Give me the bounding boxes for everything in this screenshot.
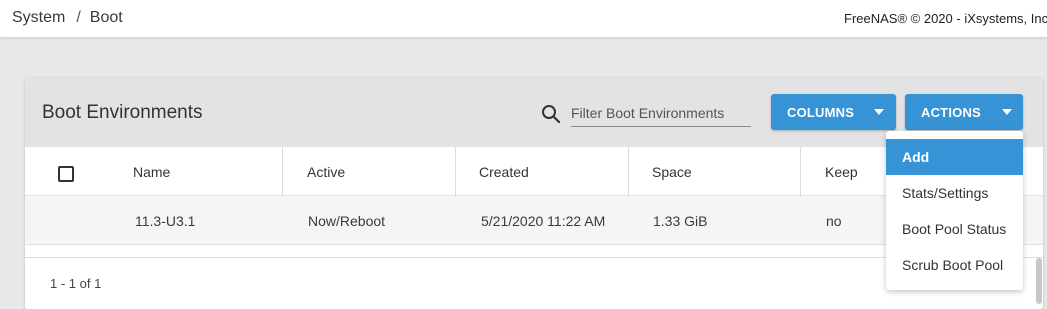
scrollbar-thumb[interactable]: [1036, 258, 1042, 304]
menu-item-add[interactable]: Add: [886, 139, 1023, 175]
actions-menu: Add Stats/Settings Boot Pool Status Scru…: [886, 131, 1023, 290]
cell-name: 11.3-U3.1: [135, 213, 196, 229]
search-icon: [542, 105, 561, 124]
caret-down-icon: [874, 109, 884, 115]
card-title: Boot Environments: [42, 102, 203, 123]
caret-down-icon: [1002, 109, 1012, 115]
column-divider[interactable]: [455, 147, 456, 196]
column-header-created[interactable]: Created: [479, 147, 529, 196]
copyright-text: FreeNAS® © 2020 - iXsystems, Inc: [844, 11, 1047, 26]
cell-created: 5/21/2020 11:22 AM: [481, 213, 606, 229]
breadcrumb-separator: /: [76, 9, 81, 26]
cell-space: 1.33 GiB: [653, 213, 708, 229]
filter-input[interactable]: Filter Boot Environments: [571, 102, 751, 127]
paging-info: 1 - 1 of 1: [50, 276, 102, 291]
cell-keep: no: [826, 213, 842, 229]
actions-button-label: ACTIONS: [921, 105, 981, 120]
breadcrumb-system[interactable]: System: [12, 9, 65, 26]
column-header-active[interactable]: Active: [307, 147, 345, 196]
menu-item-boot-pool-status[interactable]: Boot Pool Status: [886, 211, 1023, 247]
menu-item-stats-settings[interactable]: Stats/Settings: [886, 175, 1023, 211]
column-header-keep[interactable]: Keep: [825, 147, 858, 196]
menu-item-scrub-boot-pool[interactable]: Scrub Boot Pool: [886, 247, 1023, 283]
cell-active: Now/Reboot: [308, 213, 386, 229]
breadcrumb: System / Boot: [12, 9, 123, 27]
column-header-space[interactable]: Space: [652, 147, 692, 196]
breadcrumb-boot: Boot: [89, 9, 123, 26]
column-header-name[interactable]: Name: [133, 147, 170, 196]
column-divider[interactable]: [282, 147, 283, 196]
actions-button[interactable]: ACTIONS: [905, 94, 1023, 130]
columns-button[interactable]: COLUMNS: [771, 94, 896, 130]
column-divider[interactable]: [628, 147, 629, 196]
top-bar: System / Boot FreeNAS® © 2020 - iXsystems,…: [0, 0, 1047, 38]
column-divider[interactable]: [800, 147, 801, 196]
columns-button-label: COLUMNS: [787, 105, 855, 120]
select-all-checkbox[interactable]: [58, 166, 74, 182]
